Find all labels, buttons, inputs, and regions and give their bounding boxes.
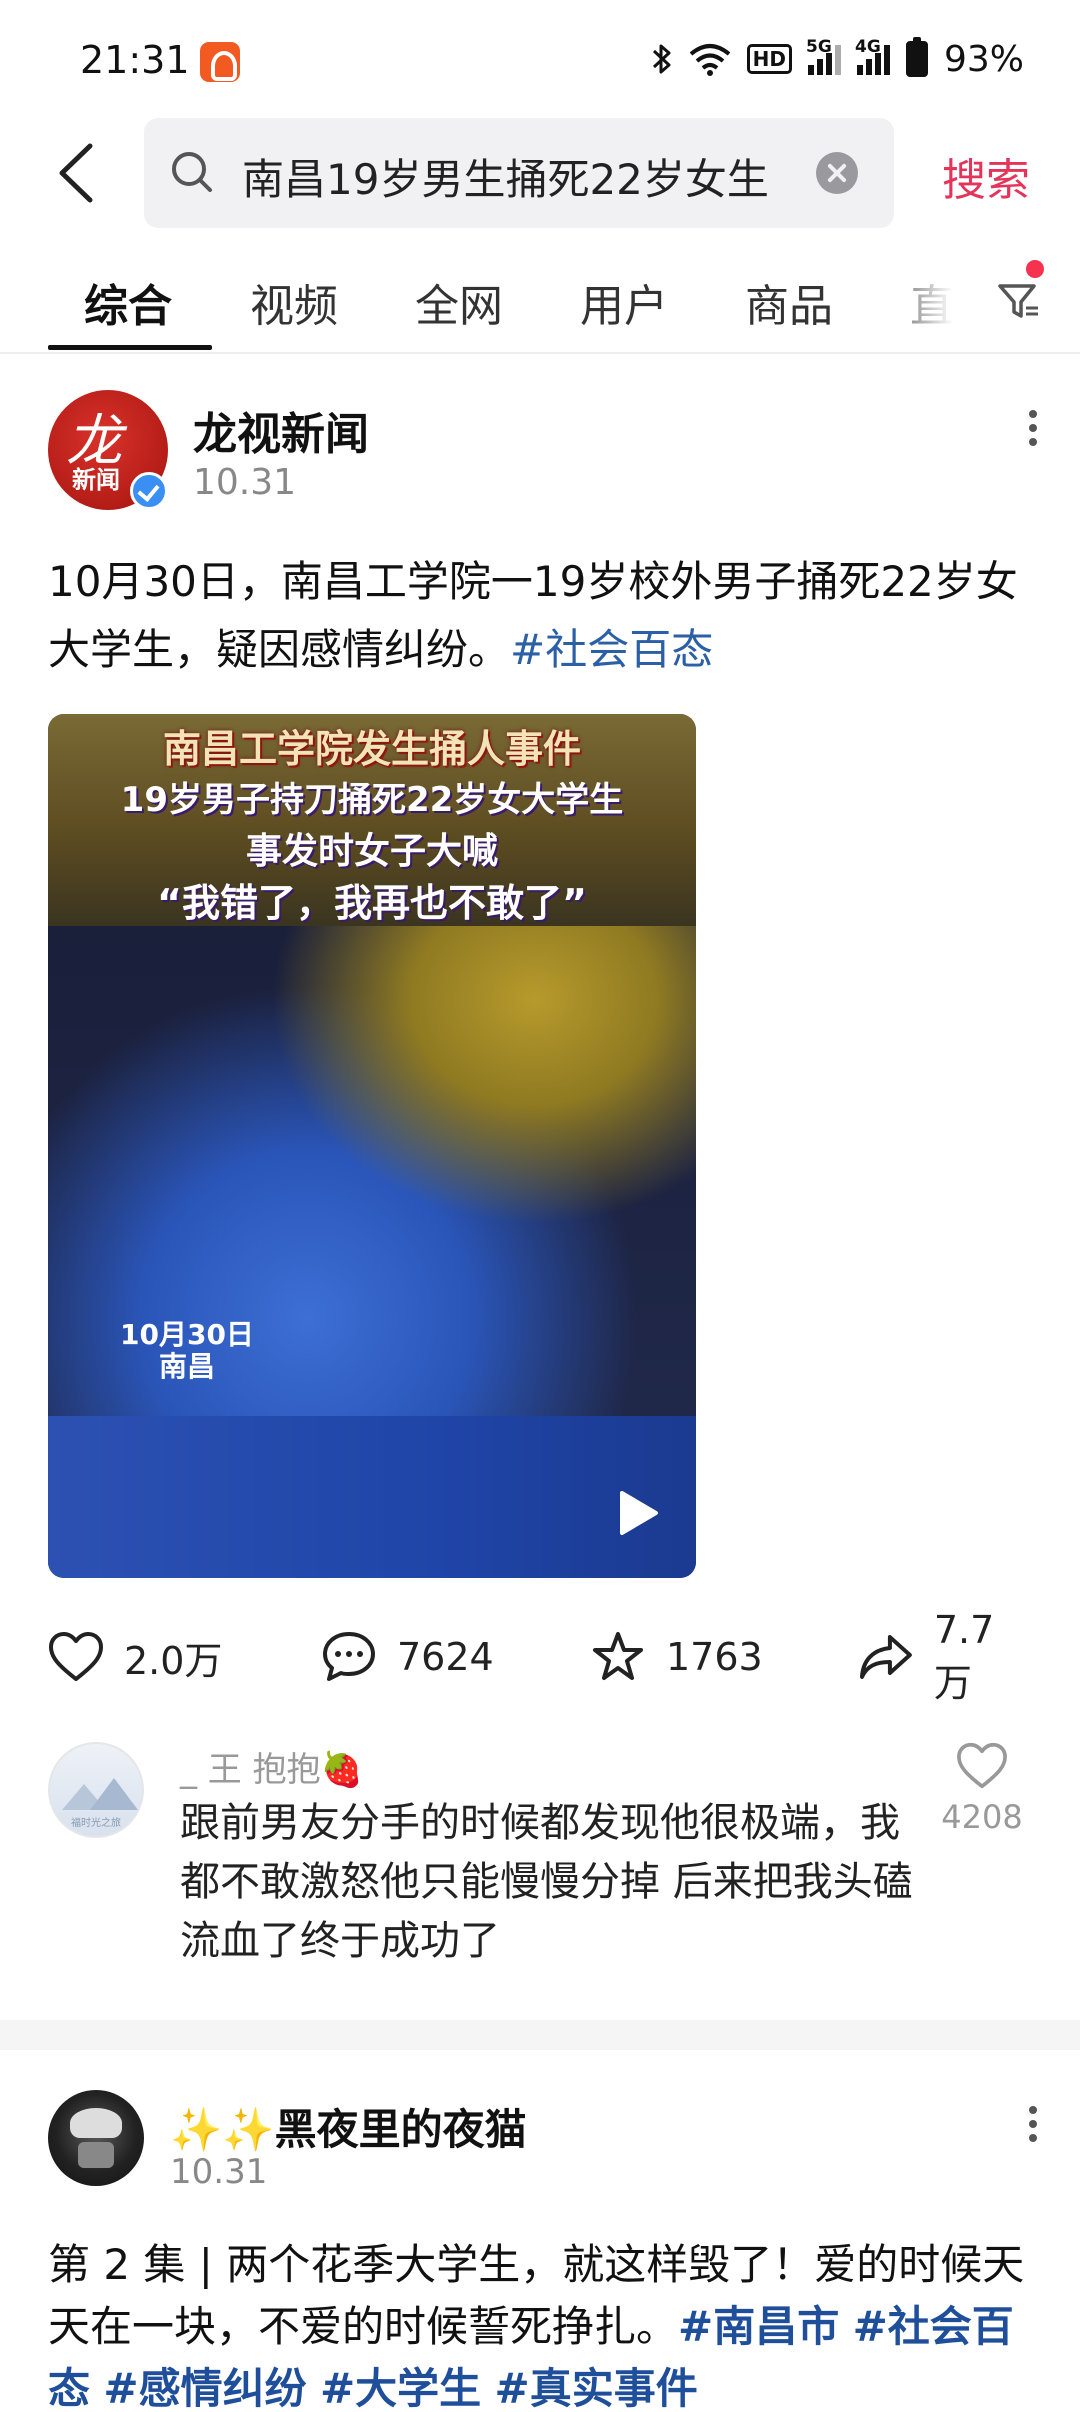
video-date-overlay: 10月30日 南昌 [120,1318,254,1383]
hashtag-link[interactable]: #真实事件 [495,2364,698,2412]
battery-percent: 93% [943,38,1024,80]
post-text: 10月30日，南昌工学院一19岁校外男子捅死22岁女大学生，疑因感情纠纷。#社会… [48,557,1018,674]
back-arrow-icon [59,143,93,203]
search-header: 南昌19岁男生捅死22岁女生 搜索 [0,118,1080,228]
hashtag-link[interactable]: #大学生 [320,2364,481,2412]
signal-5g-icon: 5G [806,37,841,75]
status-bar: 21:31 HD 5G 4G 93% [0,0,1080,120]
favorite-button[interactable]: 1763 [590,1622,763,1692]
active-tab-indicator [48,345,212,350]
back-button[interactable] [50,140,110,206]
app-notification-icon [200,42,240,82]
video-title-line3: 事发时女子大喊 [245,831,498,872]
tab-fade-overlay [905,260,965,340]
favorite-count: 1763 [666,1635,763,1679]
battery-icon [905,37,928,77]
post-date: 10.31 [170,2152,268,2192]
search-box[interactable]: 南昌19岁男生捅死22岁女生 [144,118,894,228]
heart-icon [49,1632,103,1681]
search-submit-button[interactable]: 搜索 [942,144,1030,208]
hd-voice-icon: HD [746,44,792,74]
comment-icon [323,1632,375,1681]
status-icons: HD 5G 4G 93% [651,36,1024,82]
comment-count: 7624 [397,1635,494,1679]
video-bottom-band [48,1416,696,1578]
post-header: ✨✨黑夜里的夜猫 10.31 [48,2090,1048,2192]
comment-like-button[interactable]: 4208 [932,1742,1032,1836]
post-date: 10.31 [193,462,297,503]
avatar[interactable] [48,2090,144,2186]
post-text: 第 2 集 | 两个花季大学生，就这样毁了！爱的时候天天在一块，不爱的时候誓死挣… [48,2240,1025,2412]
video-title-line4: “我错了，我再也不敢了” [157,881,587,925]
search-input[interactable]: 南昌19岁男生捅死22岁女生 [242,146,769,207]
share-count: 7.7万 [933,1607,995,1705]
bluetooth-icon [652,44,671,74]
result-tabs: 综合 视频 全网 用户 商品 直 [0,260,1080,350]
like-button[interactable]: 2.0万 [48,1622,222,1692]
search-icon [166,146,220,200]
comment-like-count: 4208 [941,1798,1023,1836]
star-icon [593,1632,643,1680]
top-comment[interactable]: 福时光之旅 _ 王 抱抱🍓 跟前男友分手的时候都发现他很极端，我都不敢激怒他只能… [48,1742,1032,1982]
post-actions: 2.0万 7624 1763 7.7万 [48,1608,1032,1705]
tab-general[interactable]: 综合 [84,270,172,334]
share-button[interactable]: 7.7万 [858,1608,1032,1705]
comment-button[interactable]: 7624 [321,1622,494,1692]
hashtag-link[interactable]: #感情纠纷 [103,2364,306,2412]
more-options-button[interactable] [1018,404,1048,464]
more-options-button[interactable] [1018,2100,1048,2160]
tab-video[interactable]: 视频 [250,270,338,334]
tab-products[interactable]: 商品 [745,270,833,334]
section-separator [0,2020,1080,2050]
hashtag-link[interactable]: #社会百态 [510,625,713,674]
divider [0,352,1080,354]
like-count: 2.0万 [124,1638,223,1683]
status-time: 21:31 [80,38,190,82]
avatar[interactable]: 福时光之旅 [48,1742,144,1838]
play-icon[interactable] [616,1489,660,1537]
share-icon [859,1635,912,1679]
verified-badge-icon [130,472,168,510]
signal-4g-icon: 4G [855,37,890,75]
tab-web[interactable]: 全网 [415,270,503,334]
video-thumbnail[interactable]: 南昌工学院发生捅人事件 19岁男子持刀捅死22岁女大学生 事发时女子大喊 “我错… [48,714,696,1578]
clear-search-icon[interactable] [816,152,858,194]
video-title-line1: 南昌工学院发生捅人事件 [162,727,581,771]
filter-button[interactable] [994,270,1044,330]
filter-notification-dot [1026,260,1044,278]
filter-icon [998,284,1038,318]
author-name[interactable]: ✨✨黑夜里的夜猫 [170,2096,527,2157]
tab-users[interactable]: 用户 [580,270,668,334]
wifi-icon [689,44,730,76]
comment-username[interactable]: _ 王 抱抱🍓 [180,1742,363,1791]
hashtag-link[interactable]: #南昌市 [678,2302,839,2351]
video-title-line2: 19岁男子持刀捅死22岁女大学生 [120,780,624,820]
author-name[interactable]: 龙视新闻 [193,398,369,462]
post-header: 龙 新闻 龙视新闻 10.31 [48,390,1048,510]
heart-icon [957,1742,1007,1789]
comment-text: 跟前男友分手的时候都发现他很极端，我都不敢激怒他只能慢慢分掉 后来把我头磕流血了… [180,1800,913,1964]
